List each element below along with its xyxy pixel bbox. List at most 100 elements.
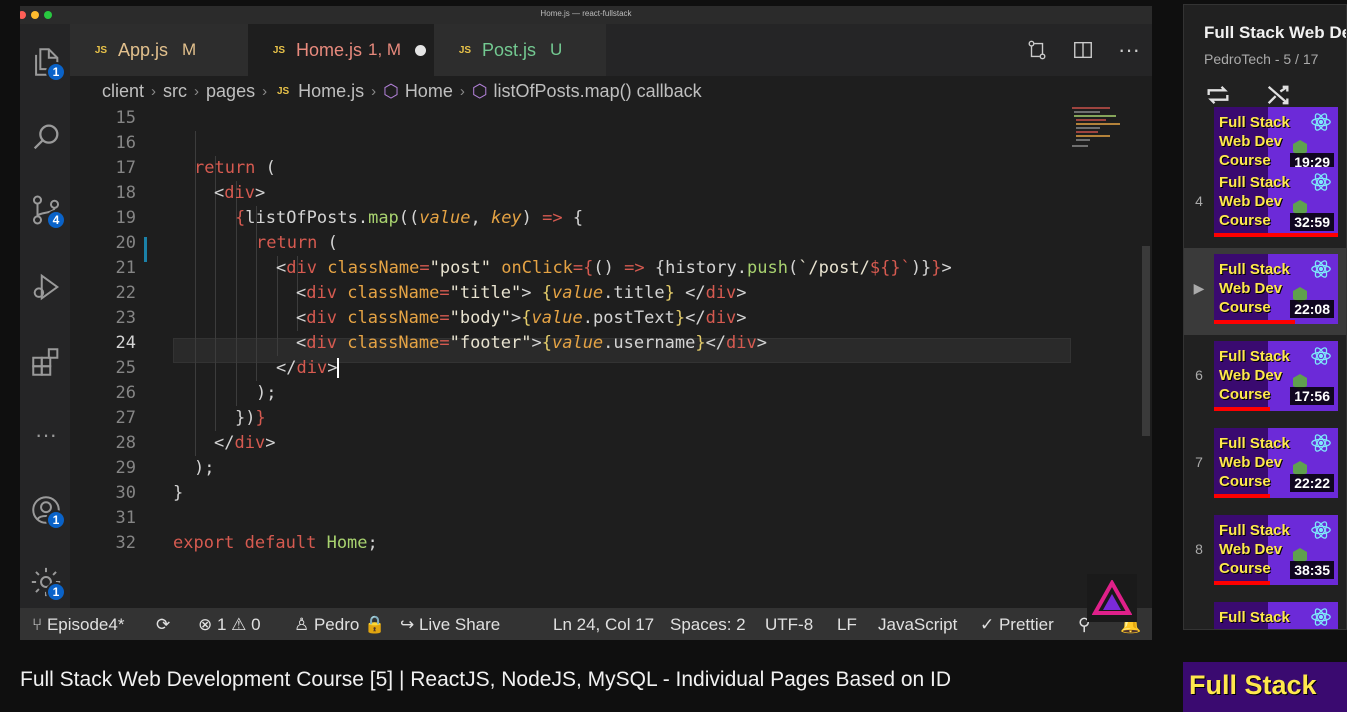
- playlist-item-index: 7: [1195, 454, 1203, 470]
- tab-label: App.js: [118, 39, 169, 60]
- split-editor-icon[interactable]: [1060, 39, 1106, 61]
- video-thumbnail[interactable]: Full Stack Web Dev Course 17:56: [1214, 341, 1338, 411]
- more-icon[interactable]: ···: [28, 417, 64, 453]
- breadcrumb-item[interactable]: client: [102, 81, 144, 102]
- symbol-icon: ⬡: [471, 80, 488, 101]
- tab-app-js[interactable]: JS App.js M: [70, 24, 248, 76]
- video-player[interactable]: Home.js — react-fullstack 1 4 ··· 1 1 JS…: [20, 6, 1152, 640]
- search-icon[interactable]: [28, 119, 64, 155]
- react-logo-icon: [1311, 113, 1331, 131]
- live-share-button[interactable]: ↪ Live Share: [400, 615, 500, 635]
- code-line: <div className="footer">{value.username}…: [296, 333, 768, 353]
- sync-icon[interactable]: ⟳: [156, 615, 170, 635]
- line-number: 17: [115, 158, 136, 178]
- playlist-item[interactable]: 7 Full Stack Web Dev Course 22:22: [1184, 422, 1346, 509]
- code-line: <div className="post" onClick={() => {hi…: [276, 258, 952, 278]
- unsaved-dot-icon[interactable]: [415, 44, 427, 56]
- playlist-title[interactable]: Full Stack Web De: [1204, 23, 1346, 43]
- playlist-item[interactable]: ▶ Full Stack Web Dev Course 22:08: [1184, 248, 1346, 335]
- code-line: </div>: [276, 358, 340, 378]
- playlist-item[interactable]: 6 Full Stack Web Dev Course 17:56: [1184, 335, 1346, 422]
- breadcrumb-item[interactable]: src: [163, 81, 187, 102]
- video-thumbnail[interactable]: Full Stack Web Dev Course 22:22: [1214, 428, 1338, 498]
- video-thumbnail[interactable]: Full StackWeb DevCourse: [1214, 602, 1338, 629]
- react-logo-icon: [1311, 347, 1331, 365]
- playlist-panel: Full Stack Web De PedroTech - 5 / 17 Ful…: [1183, 4, 1347, 630]
- line-number: 26: [115, 383, 136, 403]
- thumbnail-text: Full StackWeb DevCourse: [1219, 521, 1290, 578]
- line-number: 31: [115, 508, 136, 528]
- breadcrumb-item[interactable]: pages: [206, 81, 255, 102]
- extensions-icon[interactable]: [28, 344, 64, 380]
- video-thumbnail[interactable]: Full Stack Web Dev Course 22:08: [1214, 254, 1338, 324]
- editor-scrollbar[interactable]: [1142, 246, 1150, 436]
- tab-status: M: [182, 40, 197, 59]
- breadcrumb-item[interactable]: listOfPosts.map() callback: [494, 81, 702, 102]
- thumbnail-text-line: Course: [1219, 473, 1271, 490]
- thumbnail-text-line: Web Dev: [1219, 193, 1283, 210]
- breadcrumb-item[interactable]: Home: [405, 81, 453, 102]
- run-debug-icon[interactable]: [28, 269, 64, 305]
- minimap[interactable]: [1070, 106, 1130, 166]
- line-number: 32: [115, 533, 136, 553]
- accounts-badge: 1: [46, 510, 66, 530]
- tab-home-js[interactable]: JS Home.js 1, M: [248, 24, 434, 76]
- playlist-item[interactable]: Full StackWeb DevCourse: [1184, 596, 1346, 629]
- branch-status[interactable]: ⑂ Episode4*: [32, 615, 124, 635]
- editor-actions: ···: [1014, 24, 1152, 76]
- react-logo-icon: [1311, 260, 1331, 278]
- prettier-status[interactable]: ✓ Prettier: [980, 615, 1054, 635]
- react-logo-icon: [1311, 521, 1331, 539]
- playlist-item[interactable]: 8 Full Stack Web Dev Course 38:35: [1184, 509, 1346, 596]
- more-actions-icon[interactable]: ···: [1106, 37, 1152, 63]
- thumbnail-text-line: Web Dev: [1219, 133, 1283, 150]
- text-cursor: [337, 358, 340, 378]
- video-thumbnail[interactable]: Full Stack Web Dev Course 32:59: [1214, 167, 1338, 237]
- react-logo-icon: [1311, 173, 1331, 191]
- code-line: </div>: [214, 433, 276, 453]
- status-bar: ⑂ Episode4* ⟳ ⊗ 1 ⚠ 0 ♙ Pedro 🔒 ↪ Live S…: [20, 608, 1152, 640]
- next-video-thumbnail[interactable]: Full Stack: [1183, 662, 1347, 712]
- indentation[interactable]: Spaces: 2: [670, 615, 746, 635]
- code-line: })}: [235, 408, 266, 428]
- line-number: 29: [115, 458, 136, 478]
- code-line: }: [173, 483, 184, 503]
- encoding[interactable]: UTF-8: [765, 615, 813, 635]
- tab-label: Post.js: [482, 39, 537, 60]
- video-thumbnail[interactable]: Full Stack Web Dev Course 38:35: [1214, 515, 1338, 585]
- code-line: <div className="title"> {value.title} </…: [296, 283, 747, 303]
- open-changes-icon[interactable]: [1014, 39, 1060, 61]
- video-title: Full Stack Web Development Course [5] | …: [20, 668, 952, 691]
- language-mode[interactable]: JavaScript: [878, 615, 957, 635]
- end-of-line[interactable]: LF: [837, 615, 857, 635]
- line-number: 22: [115, 283, 136, 303]
- playlist-item-index: 4: [1195, 193, 1203, 209]
- breadcrumb-item[interactable]: Home.js: [298, 81, 364, 102]
- source-control-icon[interactable]: 4: [28, 192, 66, 230]
- line-number: 18: [115, 183, 136, 203]
- thumbnail-text-line: Course: [1219, 299, 1271, 316]
- thumbnail-text: Full StackWeb DevCourse: [1219, 608, 1290, 629]
- code-editor[interactable]: 15 16 return ( 17 <div> 18 {listOfPosts.…: [70, 106, 1130, 606]
- thumbnail-text-line: Course: [1219, 212, 1271, 229]
- cursor-position[interactable]: Ln 24, Col 17: [553, 615, 654, 635]
- thumbnail-text-line: Course: [1219, 560, 1271, 577]
- playlist-subtitle[interactable]: PedroTech - 5 / 17: [1204, 51, 1318, 67]
- playlist-item-index: ▶: [1193, 280, 1205, 296]
- explorer-icon[interactable]: 1: [28, 44, 66, 82]
- line-number: 15: [115, 108, 136, 128]
- window-titlebar: Home.js — react-fullstack: [20, 6, 1152, 24]
- thumbnail-text-line: Full Stack: [1219, 522, 1290, 539]
- settings-gear-icon[interactable]: 1: [28, 564, 66, 602]
- activity-bar: 1 4 ··· 1 1: [20, 24, 70, 608]
- tab-post-js[interactable]: JS Post.js U: [434, 24, 606, 76]
- thumbnail-text-line: Full Stack: [1219, 114, 1290, 131]
- playlist-item[interactable]: 4 Full Stack Web Dev Course 32:59: [1184, 161, 1346, 248]
- line-number: 21: [115, 258, 136, 278]
- symbol-icon: ⬡: [383, 80, 399, 101]
- problems-status[interactable]: ⊗ 1 ⚠ 0: [198, 615, 261, 635]
- modified-line-marker: [144, 237, 147, 262]
- accounts-icon[interactable]: 1: [28, 492, 66, 530]
- live-share-label: Live Share: [418, 615, 501, 634]
- user-status[interactable]: ♙ Pedro 🔒: [294, 615, 385, 635]
